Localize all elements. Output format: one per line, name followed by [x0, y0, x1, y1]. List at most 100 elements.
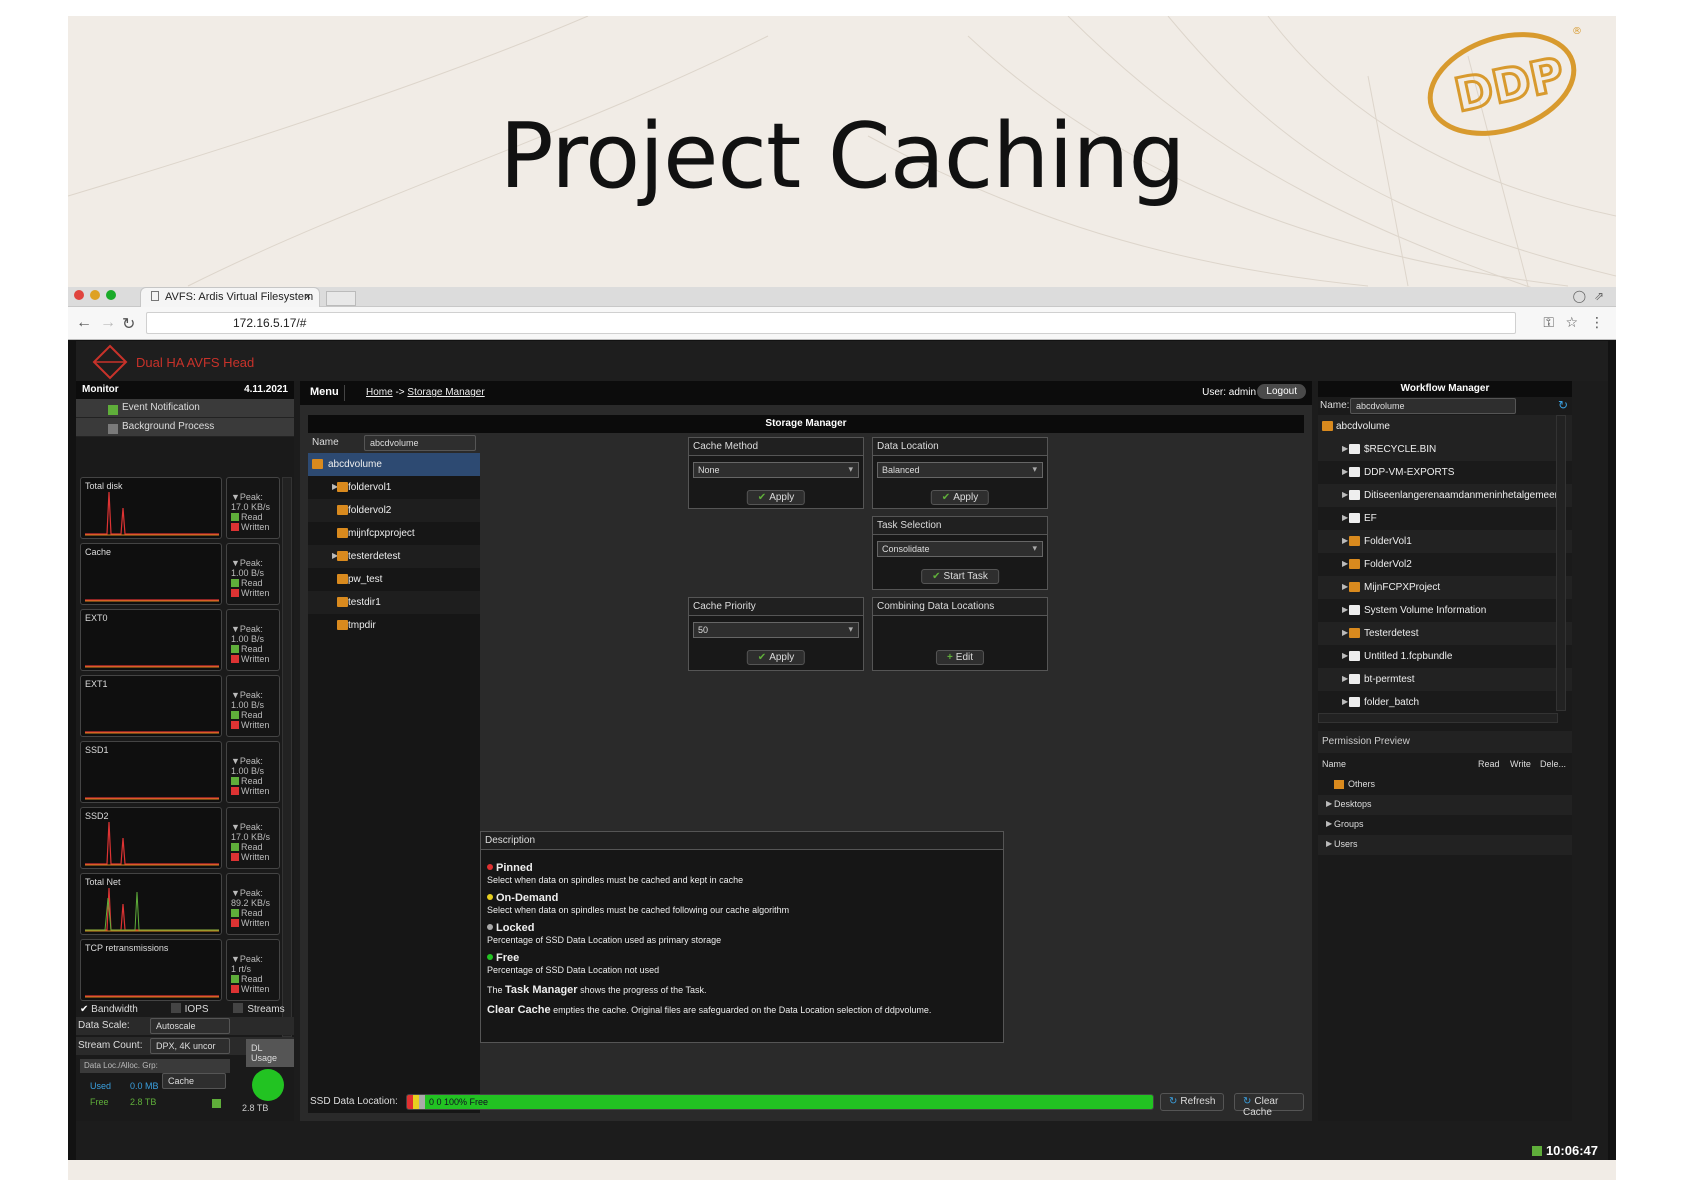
menu-button[interactable]: Menu [310, 386, 339, 398]
streams-checkbox[interactable] [233, 1003, 244, 1013]
stream-count-select[interactable]: DPX, 4K uncor [150, 1038, 230, 1054]
breadcrumb-storage-manager-link[interactable]: Storage Manager [407, 387, 484, 398]
data-location-select[interactable]: Cache [162, 1073, 226, 1089]
expand-arrow-icon[interactable]: ▶ [1342, 444, 1348, 453]
expand-arrow-icon[interactable]: ▶ [1342, 674, 1348, 683]
tree-folder-item[interactable]: mijnfcpxproject [308, 522, 480, 545]
expand-arrow-icon[interactable]: ▶ [1342, 536, 1348, 545]
breadcrumb-home-link[interactable]: Home [366, 387, 393, 398]
workflow-folder-item[interactable]: ▶ FolderVol1 [1318, 530, 1572, 553]
clear-cache-button[interactable]: ↻ Clear Cache [1234, 1093, 1304, 1118]
graph-plot [85, 491, 219, 536]
tree-folder-item[interactable]: testdir1 [308, 591, 480, 614]
data-location-select[interactable]: Balanced [877, 462, 1043, 478]
new-tab-button[interactable] [326, 291, 356, 306]
workflow-folder-item[interactable]: ▶ DDP-VM-EXPORTS [1318, 461, 1572, 484]
logout-button[interactable]: Logout [1257, 384, 1306, 399]
bandwidth-check-icon[interactable]: ✔ [80, 1004, 88, 1015]
workflow-scrollbar[interactable] [1556, 415, 1566, 711]
expand-arrow-icon[interactable]: ▶ [1342, 628, 1348, 637]
monitor-graph: SSD1 [80, 741, 222, 803]
tree-folder-item[interactable]: foldervol2 [308, 499, 480, 522]
expand-arrow-icon[interactable]: ▶ [1342, 513, 1348, 522]
workflow-volume-select[interactable]: abcdvolume [1350, 398, 1516, 414]
permission-row[interactable]: ▶ Desktops [1318, 795, 1572, 815]
expand-arrow-icon[interactable]: ▶ [1342, 559, 1348, 568]
fullscreen-icon[interactable]: ⇗ [1594, 289, 1604, 303]
streams-toggle[interactable]: Streams [247, 1004, 284, 1015]
maximize-window-button[interactable] [106, 290, 116, 300]
tree-folder-item[interactable]: ▶ testerdetest [308, 545, 480, 568]
monitor-scrollbar[interactable] [282, 477, 292, 1037]
workflow-folder-item[interactable]: ▶ $RECYCLE.BIN [1318, 438, 1572, 461]
forward-icon[interactable]: → [100, 314, 116, 332]
tree-folder-item[interactable]: tmpdir [308, 614, 480, 637]
expand-arrow-icon[interactable]: ▶ [1326, 839, 1332, 848]
workflow-folder-item[interactable]: ▶ Untitled 1.fcpbundle [1318, 645, 1572, 668]
expand-arrow-icon[interactable]: ▶ [1342, 697, 1348, 706]
data-location-apply-button[interactable]: ✔ Apply [930, 490, 990, 505]
workflow-folder-item[interactable]: ▶ Testerdetest [1318, 622, 1572, 645]
expand-arrow-icon[interactable]: ▶ [1342, 490, 1348, 499]
workflow-folder-item[interactable]: ▶ bt-permtest [1318, 668, 1572, 691]
volume-select[interactable]: abcdvolume [364, 435, 476, 451]
workflow-folder-item[interactable]: ▶ folder_batch [1318, 691, 1572, 711]
workflow-folder-item[interactable]: ▶ FolderVol2 [1318, 553, 1572, 576]
workflow-hscrollbar[interactable] [1318, 713, 1558, 723]
ddp-logo-registered: ® [1572, 26, 1582, 37]
start-task-button[interactable]: ✔ Start Task [921, 569, 999, 584]
minimize-window-button[interactable] [90, 290, 100, 300]
iops-toggle[interactable]: IOPS [185, 1004, 209, 1015]
tree-folder-item[interactable]: pw_test [308, 568, 480, 591]
expand-arrow-icon[interactable]: ▶ [1342, 605, 1348, 614]
reload-icon[interactable]: ↻ [122, 314, 135, 334]
bookmark-star-icon[interactable]: ☆ [1565, 314, 1578, 331]
expand-arrow-icon[interactable]: ▶ [1326, 799, 1332, 808]
combining-edit-label: Edit [955, 652, 974, 663]
workflow-folder-item[interactable]: ▶ EF [1318, 507, 1572, 530]
profile-icon[interactable]: ◯ [1573, 289, 1586, 303]
close-window-button[interactable] [74, 290, 84, 300]
tree-root-item[interactable]: abcdvolume [308, 453, 480, 476]
task-selection-select[interactable]: Consolidate [877, 541, 1043, 557]
stream-count-label: Stream Count: [78, 1040, 143, 1051]
workflow-folder-item[interactable]: ▶ MijnFCPXProject [1318, 576, 1572, 599]
menu-dots-icon[interactable]: ⋮ [1590, 314, 1604, 331]
key-icon[interactable]: ⚿ [1543, 314, 1554, 331]
permission-row[interactable]: ▶ Users [1318, 835, 1572, 855]
cache-priority-apply-button[interactable]: ✔ Apply [746, 650, 806, 665]
description-entry-text: Percentage of SSD Data Location not used [487, 965, 660, 975]
tree-folder-label: testerdetest [348, 551, 401, 562]
workflow-folder-item[interactable]: ▶ Ditiseenlangerenaamdanmeninhetalgemeen [1318, 484, 1572, 507]
refresh-button[interactable]: ↻ Refresh [1160, 1093, 1225, 1111]
tab-close-icon[interactable]: × [305, 291, 311, 303]
workflow-folder-label: DDP-VM-EXPORTS [1364, 467, 1455, 478]
expand-arrow-icon[interactable]: ▶ [1342, 582, 1348, 591]
background-process-item[interactable]: Background Process [76, 418, 294, 437]
free-color-swatch [212, 1099, 221, 1108]
workflow-root-item[interactable]: abcdvolume [1318, 415, 1572, 438]
status-square-icon [108, 424, 118, 434]
expand-arrow-icon[interactable]: ▶ [1342, 651, 1348, 660]
url-input[interactable]: 172.16.5.17/# [146, 312, 1516, 334]
combining-edit-button[interactable]: + Edit [935, 650, 985, 665]
expand-arrow-icon[interactable]: ▶ [1342, 467, 1348, 476]
data-scale-select[interactable]: Autoscale [150, 1018, 230, 1034]
expand-arrow-icon[interactable]: ▶ [1326, 819, 1332, 828]
cache-method-select[interactable]: None [693, 462, 859, 478]
cache-method-apply-button[interactable]: ✔ Apply [746, 490, 806, 505]
cache-priority-select[interactable]: 50 [693, 622, 859, 638]
iops-checkbox[interactable] [170, 1003, 181, 1013]
written-label: Written [241, 654, 270, 664]
workflow-refresh-icon[interactable]: ↻ [1558, 398, 1568, 412]
back-icon[interactable]: ← [76, 314, 92, 332]
workflow-folder-label: EF [1364, 513, 1377, 524]
tree-folder-label: foldervol1 [348, 482, 392, 493]
permission-row[interactable]: ▶ Groups [1318, 815, 1572, 835]
tree-folder-item[interactable]: ▶ foldervol1 [308, 476, 480, 499]
bandwidth-toggle[interactable]: Bandwidth [91, 1004, 138, 1015]
event-notification-item[interactable]: Event Notification [76, 399, 294, 418]
permission-row[interactable]: Others [1318, 775, 1572, 795]
workflow-folder-item[interactable]: ▶ System Volume Information [1318, 599, 1572, 622]
browser-tab[interactable]: AVFS: Ardis Virtual Filesystem × [140, 287, 320, 307]
